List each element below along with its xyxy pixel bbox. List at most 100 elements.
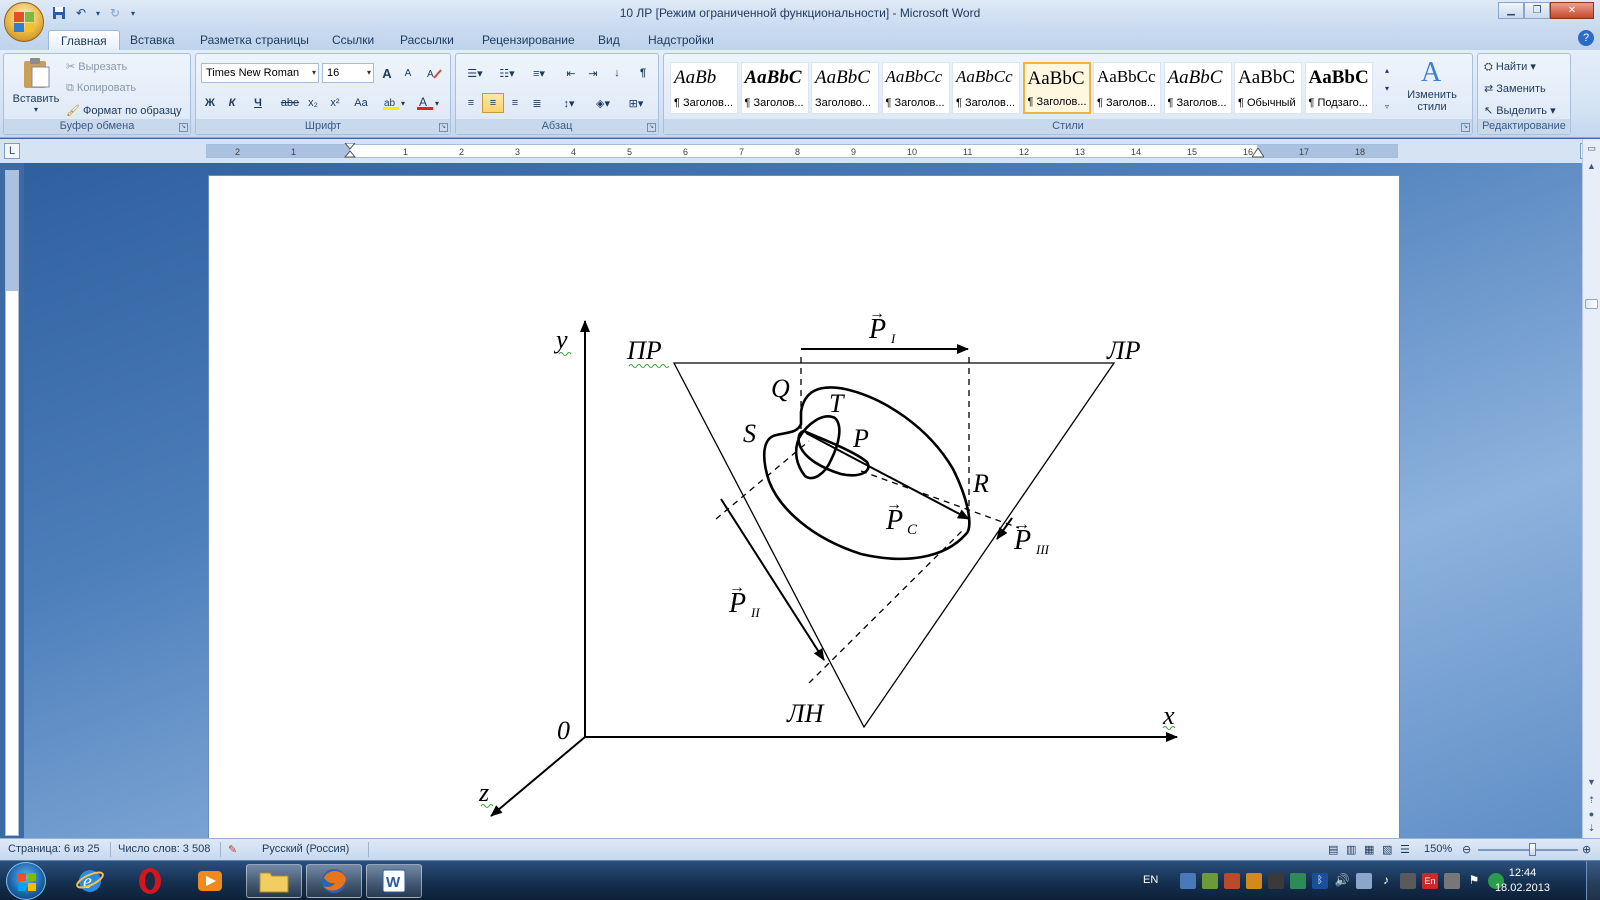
zoom-slider[interactable] <box>1478 849 1578 851</box>
tray-lang-en-icon[interactable]: En <box>1422 873 1438 889</box>
superscript-button[interactable]: x² <box>324 93 346 113</box>
tray-flag-icon[interactable]: ⚑ <box>1466 873 1482 889</box>
tray-app-icon[interactable] <box>1444 873 1460 889</box>
language-indicator[interactable]: Русский (Россия) <box>262 843 349 855</box>
align-center-icon[interactable]: ≡ <box>482 93 504 113</box>
tab-mailings[interactable]: Рассылки <box>388 30 466 50</box>
style-tile[interactable]: AaBbC Заголово... <box>811 62 879 114</box>
tray-bluetooth-icon[interactable]: ᛒ <box>1312 873 1328 889</box>
zoom-slider-thumb[interactable] <box>1529 843 1536 856</box>
maximize-button[interactable]: ❐ <box>1524 2 1550 19</box>
strikethrough-button[interactable]: abe <box>278 93 302 113</box>
tray-speaker-icon[interactable]: ♪ <box>1378 873 1394 889</box>
shrink-font-button[interactable]: A <box>398 63 418 83</box>
font-launcher-icon[interactable]: ↘ <box>439 123 448 132</box>
style-tile[interactable]: AaBbC ¶ Заголов... <box>1163 62 1232 114</box>
start-button[interactable] <box>6 862 46 900</box>
style-tile[interactable]: AaBbC ¶ Подзаго... <box>1304 62 1373 114</box>
zoom-out-icon[interactable]: ⊖ <box>1462 843 1471 856</box>
styles-launcher-icon[interactable]: ↘ <box>1461 123 1470 132</box>
view-outline-icon[interactable]: ▧ <box>1382 843 1392 856</box>
tray-app-icon[interactable] <box>1224 873 1240 889</box>
taskbar-firefox[interactable] <box>306 864 362 898</box>
tab-selector-button[interactable]: L <box>4 143 20 159</box>
shading-icon[interactable]: ◈▾ <box>588 93 618 113</box>
numbering-icon[interactable]: ☷▾ <box>492 63 522 83</box>
view-print-layout-icon[interactable]: ▤ <box>1328 843 1338 856</box>
bold-button[interactable]: Ж <box>200 93 220 113</box>
gallery-down-icon[interactable]: ▾ <box>1380 80 1394 96</box>
multilevel-list-icon[interactable]: ≡▾ <box>524 63 554 83</box>
align-left-icon[interactable]: ≡ <box>460 93 482 113</box>
tab-home[interactable]: Главная <box>48 30 120 50</box>
taskbar-explorer[interactable] <box>246 864 302 898</box>
font-size-combo[interactable]: 16 ▾ <box>322 63 374 83</box>
paragraph-launcher-icon[interactable]: ↘ <box>647 123 656 132</box>
close-button[interactable]: ✕ <box>1550 2 1594 19</box>
word-count[interactable]: Число слов: 3 508 <box>118 843 210 855</box>
tray-volume-icon[interactable]: 🔊 <box>1334 873 1350 889</box>
taskbar-media-player[interactable] <box>182 864 238 898</box>
font-color-icon[interactable]: A ▾ <box>414 93 444 113</box>
tab-view[interactable]: Вид <box>586 30 632 50</box>
view-web-icon[interactable]: ▦ <box>1364 843 1374 856</box>
highlight-icon[interactable]: ab ▾ <box>380 93 410 113</box>
taskbar-ie[interactable]: e <box>62 864 118 898</box>
decrease-indent-icon[interactable]: ⇤ <box>560 63 582 83</box>
horizontal-ruler[interactable]: 2 1 1 2 3 4 5 6 7 8 9 10 11 12 13 14 15 16 17 18 <box>206 143 1398 159</box>
tray-app-icon[interactable] <box>1356 873 1372 889</box>
justify-icon[interactable]: ≣ <box>526 93 548 113</box>
style-tile[interactable]: AaBbC ¶ Обычный <box>1234 62 1302 114</box>
borders-icon[interactable]: ⊞▾ <box>620 93 652 113</box>
replace-button[interactable]: ⇄ Заменить <box>1484 82 1546 95</box>
help-icon[interactable]: ? <box>1578 30 1594 46</box>
show-marks-icon[interactable]: ¶ <box>632 63 654 83</box>
minimize-button[interactable]: ▁ <box>1498 2 1524 19</box>
browse-object-icon[interactable]: ● <box>1584 807 1599 822</box>
style-tile[interactable]: AaBbCc ¶ Заголов... <box>881 62 950 114</box>
tab-insert[interactable]: Вставка <box>118 30 187 50</box>
format-painter-button[interactable]: 🖌 Формат по образцу <box>66 104 182 117</box>
find-button[interactable]: ⛭ Найти ▾ <box>1484 60 1536 74</box>
copy-button[interactable]: ⧉ Копировать <box>66 82 136 95</box>
proofing-icon[interactable]: ✎ <box>228 843 237 856</box>
style-tile[interactable]: AaBbCc ¶ Заголов... <box>1093 62 1161 114</box>
view-reading-icon[interactable]: ▥ <box>1346 843 1356 856</box>
change-styles-button[interactable]: A Изменить стили <box>1398 56 1466 118</box>
paste-button[interactable]: Вставить ▾ <box>8 56 64 118</box>
page-counter[interactable]: Страница: 6 из 25 <box>8 843 100 855</box>
document-page[interactable]: y x z 0 ПР ЛР ЛН Q T S P R P I → P C → P… <box>208 175 1400 838</box>
scroll-up-icon[interactable]: ▲ <box>1584 159 1599 174</box>
vertical-scrollbar[interactable]: ▭ ▲ ▼ ⇡ ● ⇣ <box>1582 139 1600 838</box>
align-right-icon[interactable]: ≡ <box>504 93 526 113</box>
gallery-up-icon[interactable]: ▴ <box>1380 62 1394 78</box>
subscript-button[interactable]: x₂ <box>302 93 324 113</box>
indent-marker-icon[interactable] <box>343 143 357 159</box>
line-spacing-icon[interactable]: ↕▾ <box>554 93 584 113</box>
tab-addins[interactable]: Надстройки <box>636 30 726 50</box>
tray-app-icon[interactable] <box>1202 873 1218 889</box>
clock[interactable]: 12:44 18.02.2013 <box>1495 866 1550 896</box>
style-tile[interactable]: AaBbCc ¶ Заголов... <box>952 62 1020 114</box>
scroll-down-icon[interactable]: ▼ <box>1584 775 1599 790</box>
clipboard-launcher-icon[interactable]: ↘ <box>179 123 188 132</box>
tray-network-icon[interactable] <box>1180 873 1196 889</box>
grow-font-button[interactable]: A <box>377 63 397 83</box>
scroll-thumb[interactable] <box>1585 299 1598 309</box>
show-desktop-button[interactable] <box>1586 861 1600 900</box>
tray-app-icon[interactable] <box>1400 873 1416 889</box>
taskbar-opera[interactable] <box>122 864 178 898</box>
taskbar-word[interactable]: W <box>366 864 422 898</box>
tab-review[interactable]: Рецензирование <box>470 30 587 50</box>
style-tile[interactable]: AaBbC ¶ Заголов... <box>740 62 809 114</box>
change-case-button[interactable]: Aa <box>348 93 374 113</box>
gallery-more-icon[interactable]: ▿ <box>1380 98 1394 114</box>
tray-app-icon[interactable] <box>1290 873 1306 889</box>
style-tile[interactable]: AaBb ¶ Заголов... <box>670 62 738 114</box>
tray-app-icon[interactable] <box>1246 873 1262 889</box>
ruler-toggle-icon[interactable]: ▭ <box>1584 141 1599 156</box>
clear-formatting-icon[interactable]: A <box>424 63 446 83</box>
sort-icon[interactable]: ↓ <box>606 63 628 83</box>
tray-app-icon[interactable] <box>1268 873 1284 889</box>
right-indent-marker-icon[interactable] <box>1252 148 1264 158</box>
